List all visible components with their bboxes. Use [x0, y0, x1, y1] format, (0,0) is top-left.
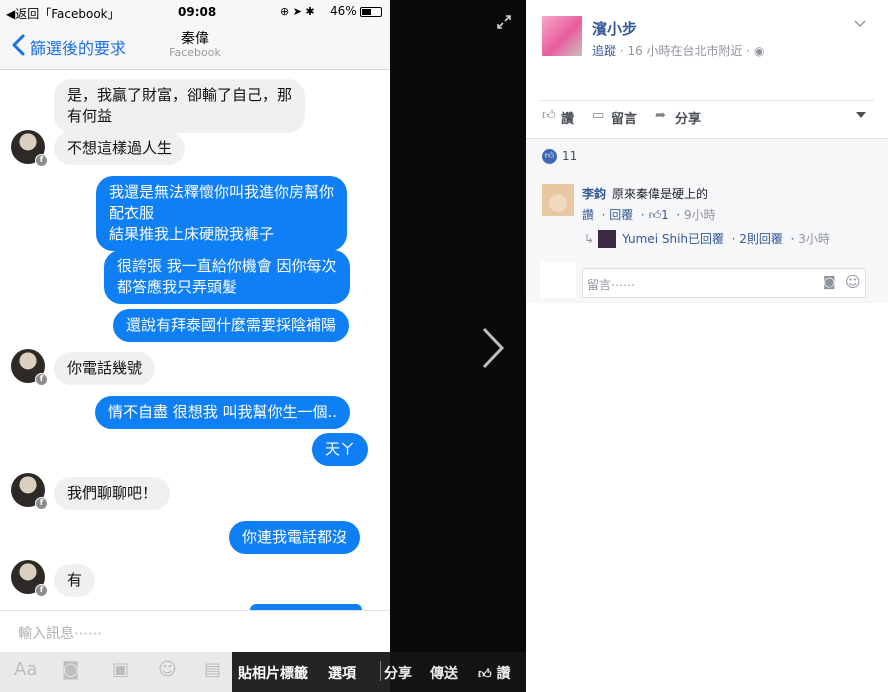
- follow-button[interactable]: 追蹤: [592, 44, 616, 58]
- battery-icon: [360, 7, 382, 17]
- message-bubble: 有: [54, 564, 96, 597]
- message-bubble: 是，我贏了財富，卻輸了自己，那 有何益: [54, 79, 306, 133]
- contact-name: 秦偉: [181, 31, 209, 47]
- like-reaction-icon: 👍︎: [542, 149, 557, 164]
- message-bubble: 情不自盡 很想我 叫我幫你生一個..: [95, 396, 351, 429]
- contact-avatar[interactable]: f: [11, 473, 48, 510]
- contact-avatar[interactable]: f: [11, 349, 48, 386]
- commenter-name[interactable]: 李鈞: [582, 185, 606, 202]
- comment-like-link[interactable]: 讚: [582, 208, 594, 222]
- chevron-down-icon[interactable]: [854, 20, 866, 28]
- fullscreen-icon[interactable]: [496, 14, 512, 30]
- message-bubble: 我還是無法釋懷你叫我進你房幫你 配衣服 結果推我上床硬脫我褲子: [96, 176, 348, 251]
- thumbs-up-icon: 👍︎: [542, 108, 556, 123]
- photo-viewer: ◀返回「Facebook」 09:08 ⊕ ➤ ✱ 46% 篩選後的要求 秦偉 …: [0, 0, 888, 692]
- author-name[interactable]: 濱小步: [592, 18, 637, 39]
- camera-icon[interactable]: ◙: [823, 275, 836, 290]
- comment-like-count[interactable]: 1: [661, 208, 669, 222]
- post-time-location: · 16 小時在台北市附近 ·: [616, 44, 754, 58]
- current-user-avatar: [540, 262, 576, 298]
- reply-summary[interactable]: ↳ Yumei Shih已回覆 · 2則回覆 · 3小時: [584, 230, 830, 248]
- like-count[interactable]: 11: [562, 149, 577, 163]
- comment-icon: ▭: [592, 108, 605, 123]
- battery-percent: 46%: [330, 4, 357, 18]
- facebook-badge-icon: f: [35, 584, 48, 597]
- send-button[interactable]: 傳送: [430, 663, 458, 683]
- camera-icon[interactable]: ◙: [62, 659, 79, 680]
- gif-icon[interactable]: ▤: [204, 659, 221, 680]
- message-bubble: 很誇張 我一直給你機會 因你每次 都答應我只弄頭髮: [104, 250, 350, 304]
- thumbs-up-icon: 👍︎: [648, 208, 662, 222]
- post-like-button[interactable]: 讚: [561, 108, 574, 127]
- options-button[interactable]: 選項: [328, 663, 356, 683]
- facebook-badge-icon: f: [35, 154, 48, 167]
- action-divider: [380, 661, 381, 681]
- commenter-avatar[interactable]: [542, 184, 574, 216]
- status-back-app: ◀返回「Facebook」: [6, 7, 120, 21]
- post-actions: 👍︎ 讚 ▭ 留言 ➦ 分享: [540, 104, 874, 130]
- reply-arrow-icon: ↳: [584, 232, 595, 246]
- message-thread: 是，我贏了財富，卻輸了自己，那 有何益 f 不想這樣過人生 我還是無法釋懷你叫我…: [0, 70, 390, 616]
- post-comment-button[interactable]: 留言: [611, 108, 637, 127]
- message-composer[interactable]: 輸入訊息⋯⋯: [0, 610, 390, 652]
- contact-avatar[interactable]: f: [11, 130, 48, 167]
- contact-source: Facebook: [169, 46, 221, 59]
- contact-avatar[interactable]: f: [11, 560, 48, 597]
- comment-text: 原來秦偉是硬上的: [612, 187, 709, 201]
- share-icon: ➦: [655, 108, 666, 123]
- post-side-panel: 濱小步 追蹤 · 16 小時在台北市附近 · ◉ 👍︎ 讚 ▭ 留言 ➦ 分享 …: [526, 0, 888, 692]
- message-bubble: 天ㄚ: [312, 433, 369, 466]
- replier-avatar: [598, 230, 617, 248]
- post-share-button[interactable]: 分享: [675, 108, 701, 127]
- message-bubble: 還說有拜泰國什麼需要採陰補陽: [113, 309, 350, 342]
- post-meta: 追蹤 · 16 小時在台北市附近 · ◉: [592, 42, 764, 59]
- tag-photo-button[interactable]: 貼相片標籤: [238, 663, 308, 683]
- emoji-icon[interactable]: ☺: [158, 659, 177, 680]
- reply-time: 3小時: [798, 232, 830, 246]
- reply-who[interactable]: Yumei Shih已回覆: [622, 232, 724, 246]
- comment-meta: 讚 · 回覆 · 👍︎1 · 9小時: [582, 208, 716, 222]
- next-photo-arrow-icon[interactable]: [478, 326, 508, 370]
- facebook-badge-icon: f: [35, 497, 48, 510]
- phone-screenshot: ◀返回「Facebook」 09:08 ⊕ ➤ ✱ 46% 篩選後的要求 秦偉 …: [0, 0, 390, 692]
- photo-icon[interactable]: ▣: [112, 659, 129, 680]
- message-bubble: 你連我電話都沒: [229, 521, 361, 554]
- message-bubble: 不想這樣過人生: [54, 132, 186, 165]
- like-label: 讚: [496, 666, 511, 682]
- emoji-icon[interactable]: ☺: [845, 273, 861, 291]
- photo-action-bar: 貼相片標籤 選項 分享 傳送 👍︎ 讚: [232, 652, 526, 692]
- message-input-placeholder: 輸入訊息⋯⋯: [18, 626, 102, 642]
- message-bubble: 我們聊聊吧！: [54, 477, 171, 510]
- messenger-nav-bar: 篩選後的要求 秦偉 Facebook: [0, 24, 390, 70]
- status-icons: ⊕ ➤ ✱: [280, 5, 315, 18]
- share-button[interactable]: 分享: [384, 663, 412, 683]
- text-format-icon[interactable]: Aa: [14, 659, 37, 680]
- comment-time[interactable]: 9小時: [684, 208, 716, 222]
- comment-placeholder: 留言⋯⋯: [587, 278, 636, 292]
- comment-reply-link[interactable]: 回覆: [609, 208, 633, 222]
- facebook-badge-icon: f: [35, 373, 48, 386]
- status-bar: ◀返回「Facebook」 09:08 ⊕ ➤ ✱ 46%: [0, 0, 390, 24]
- message-bubble: 你電話幾號: [54, 352, 156, 385]
- author-avatar[interactable]: [542, 16, 582, 56]
- like-button[interactable]: 👍︎ 讚: [478, 663, 510, 683]
- privacy-icon: ◉: [754, 44, 765, 58]
- thumbs-up-icon: 👍︎: [478, 667, 492, 682]
- divider: [540, 100, 874, 101]
- audience-caret-icon[interactable]: [856, 112, 866, 118]
- comment-input[interactable]: 留言⋯⋯ ◙ ☺: [582, 268, 866, 298]
- reply-count[interactable]: 2則回覆: [739, 232, 783, 246]
- status-time: 09:08: [178, 5, 217, 19]
